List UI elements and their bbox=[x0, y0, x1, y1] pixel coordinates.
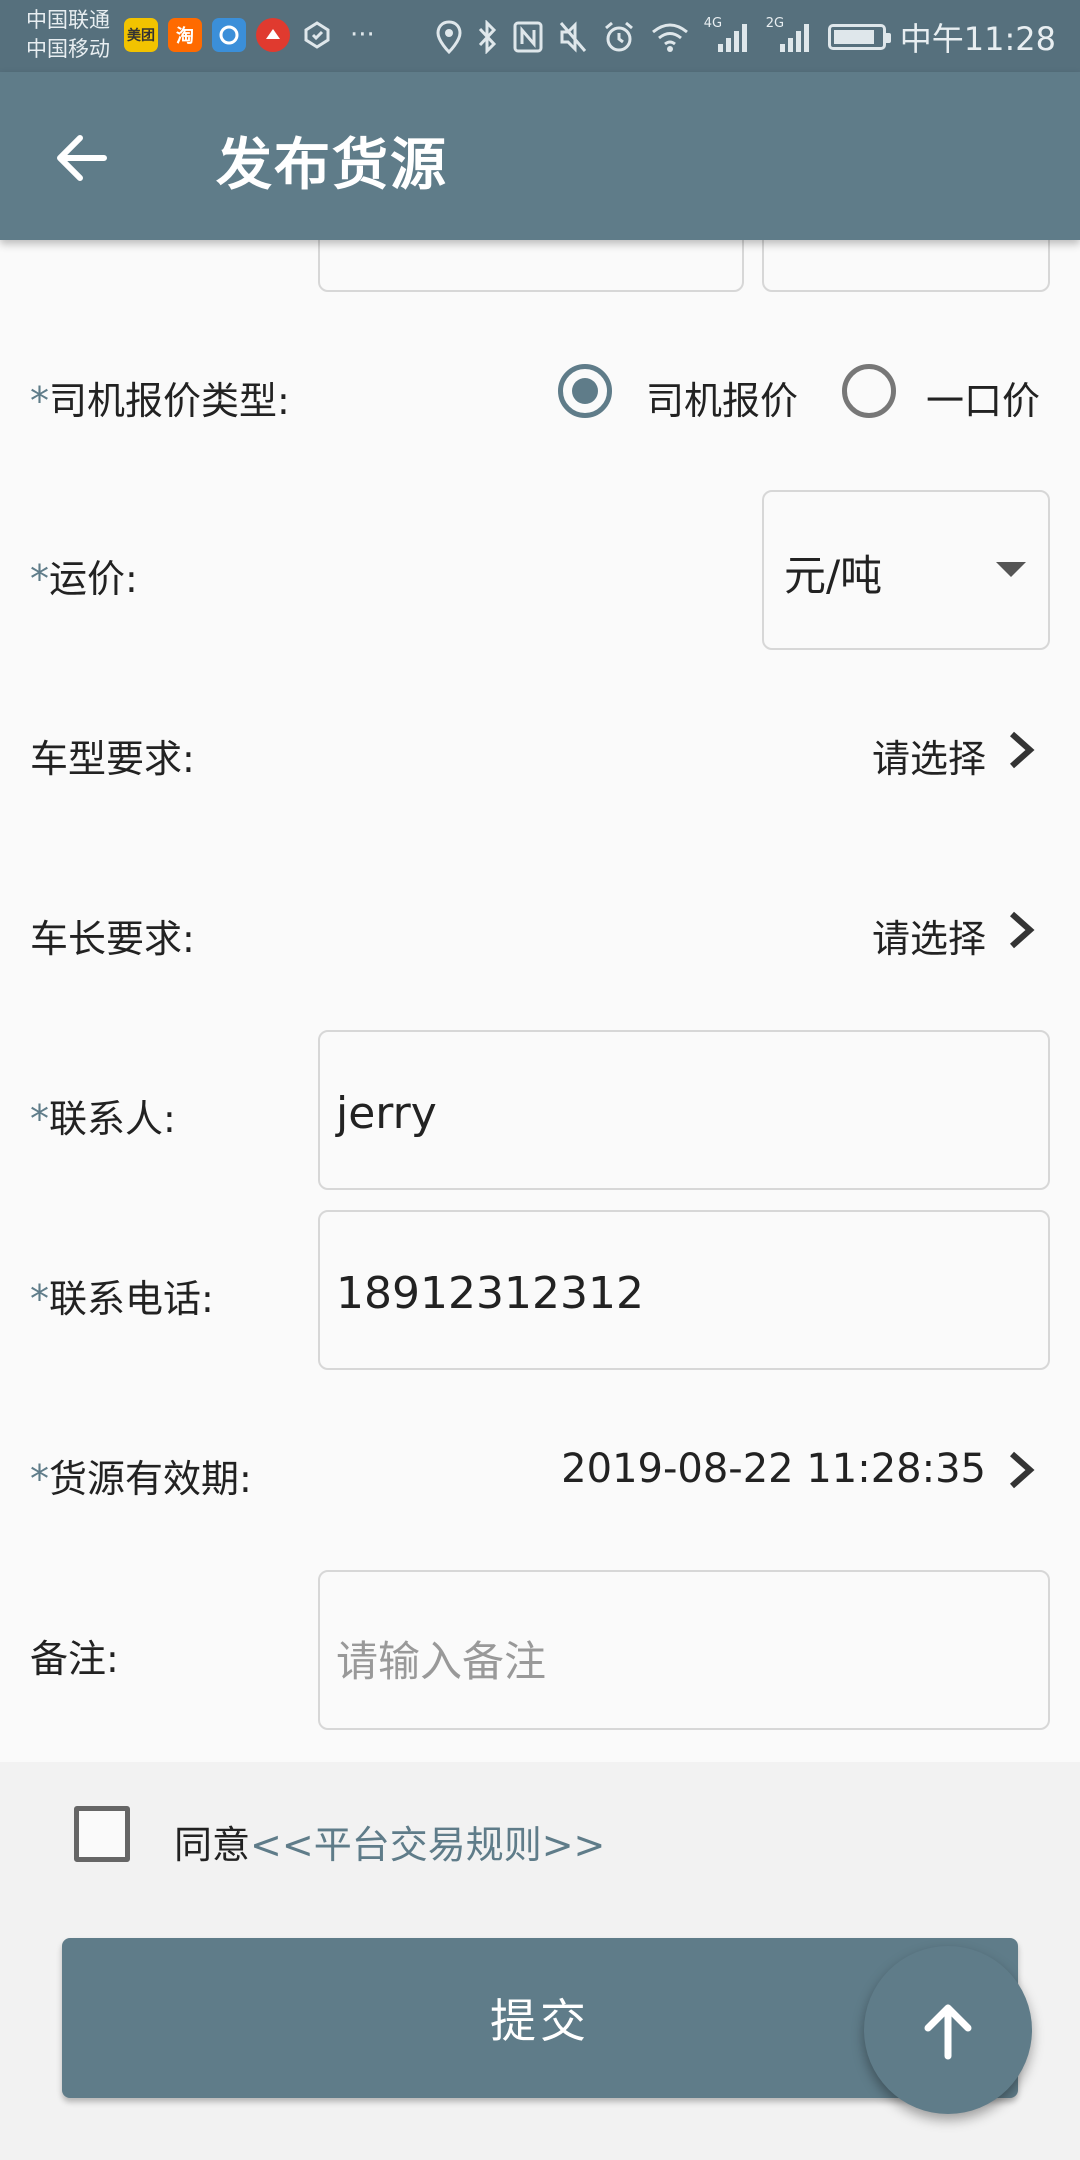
freight-unit-value: 元/吨 bbox=[784, 551, 883, 600]
radio-fixed-price-label[interactable]: 一口价 bbox=[926, 370, 1040, 425]
phone-input[interactable]: 18912312312 bbox=[318, 1210, 1050, 1370]
radio-driver-quote-label[interactable]: 司机报价 bbox=[646, 370, 798, 425]
phone-input-value: 18912312312 bbox=[336, 1268, 644, 1319]
bottom-panel: 同意<<平台交易规则>> 提交 bbox=[0, 1762, 1080, 2160]
page-title: 发布货源 bbox=[216, 133, 448, 198]
status-bar: 中国联通 中国移动 美团 淘 ··· 4G 2G 中午11:28 bbox=[0, 0, 1080, 72]
taobao-icon: 淘 bbox=[168, 18, 202, 52]
scroll-to-top-button[interactable] bbox=[864, 1946, 1032, 2114]
dropdown-caret-icon bbox=[996, 562, 1026, 577]
nfc-icon bbox=[513, 21, 543, 53]
arrow-left-icon bbox=[57, 135, 107, 181]
back-button[interactable] bbox=[46, 122, 118, 194]
publish-form: *司机报价类型: 司机报价 一口价 *运价: 元/吨 车型要求: 请选择 车长要… bbox=[0, 200, 1080, 1762]
radio-fixed-price[interactable] bbox=[842, 364, 896, 418]
freight-label: *运价: bbox=[30, 557, 138, 601]
arrow-up-icon bbox=[924, 2004, 972, 2060]
carrier-info: 中国联通 中国移动 bbox=[26, 6, 110, 64]
signal-4g-icon: 4G bbox=[704, 16, 752, 54]
meituan-icon: 美团 bbox=[124, 18, 158, 52]
contact-label: *联系人: bbox=[30, 1097, 176, 1141]
quote-type-label: *司机报价类型: bbox=[30, 379, 290, 423]
battery-icon bbox=[827, 24, 891, 50]
bluetooth-icon bbox=[478, 20, 496, 54]
more-notifications-icon: ··· bbox=[350, 20, 375, 50]
system-status: 4G 2G 中午11:28 bbox=[436, 14, 1056, 60]
contact-input[interactable]: jerry bbox=[318, 1030, 1050, 1190]
vehicle-length-label: 车长要求: bbox=[30, 917, 195, 961]
vehicle-type-value[interactable]: 请选择 bbox=[872, 728, 986, 783]
alarm-icon bbox=[604, 21, 633, 52]
vehicle-type-label: 车型要求: bbox=[30, 737, 195, 781]
rules-link[interactable]: <<平台交易规则>> bbox=[250, 1823, 605, 1867]
vehicle-length-value[interactable]: 请选择 bbox=[872, 908, 986, 963]
chevron-right-icon[interactable] bbox=[1002, 730, 1042, 770]
chevron-right-icon[interactable] bbox=[1002, 1450, 1042, 1490]
location-icon bbox=[436, 20, 462, 54]
carrier-1: 中国联通 bbox=[26, 8, 110, 32]
remark-input[interactable]: 请输入备注 bbox=[318, 1570, 1050, 1730]
agree-text: 同意<<平台交易规则>> bbox=[174, 1823, 606, 1867]
contact-input-value: jerry bbox=[336, 1088, 437, 1139]
chevron-right-icon[interactable] bbox=[1002, 910, 1042, 950]
remark-label: 备注: bbox=[30, 1637, 119, 1681]
radio-driver-quote[interactable] bbox=[558, 364, 612, 418]
agree-checkbox[interactable] bbox=[74, 1806, 130, 1862]
notification-icons: 美团 淘 ··· bbox=[124, 18, 375, 52]
app-bar: 发布货源 bbox=[0, 72, 1080, 240]
phone-label: *联系电话: bbox=[30, 1277, 214, 1321]
remark-placeholder: 请输入备注 bbox=[336, 1637, 547, 1686]
carrier-2: 中国移动 bbox=[26, 37, 110, 61]
browser-icon bbox=[212, 18, 246, 52]
clock: 中午11:28 bbox=[899, 20, 1056, 58]
validity-value[interactable]: 2019-08-22 11:28:35 bbox=[561, 1446, 986, 1492]
freight-unit-select[interactable]: 元/吨 bbox=[762, 490, 1050, 650]
shield-icon bbox=[300, 18, 334, 52]
mute-icon bbox=[559, 21, 586, 53]
fox-icon bbox=[256, 18, 290, 52]
validity-label: *货源有效期: bbox=[30, 1457, 252, 1501]
wifi-icon bbox=[651, 23, 688, 52]
signal-2g-icon: 2G bbox=[766, 16, 814, 54]
